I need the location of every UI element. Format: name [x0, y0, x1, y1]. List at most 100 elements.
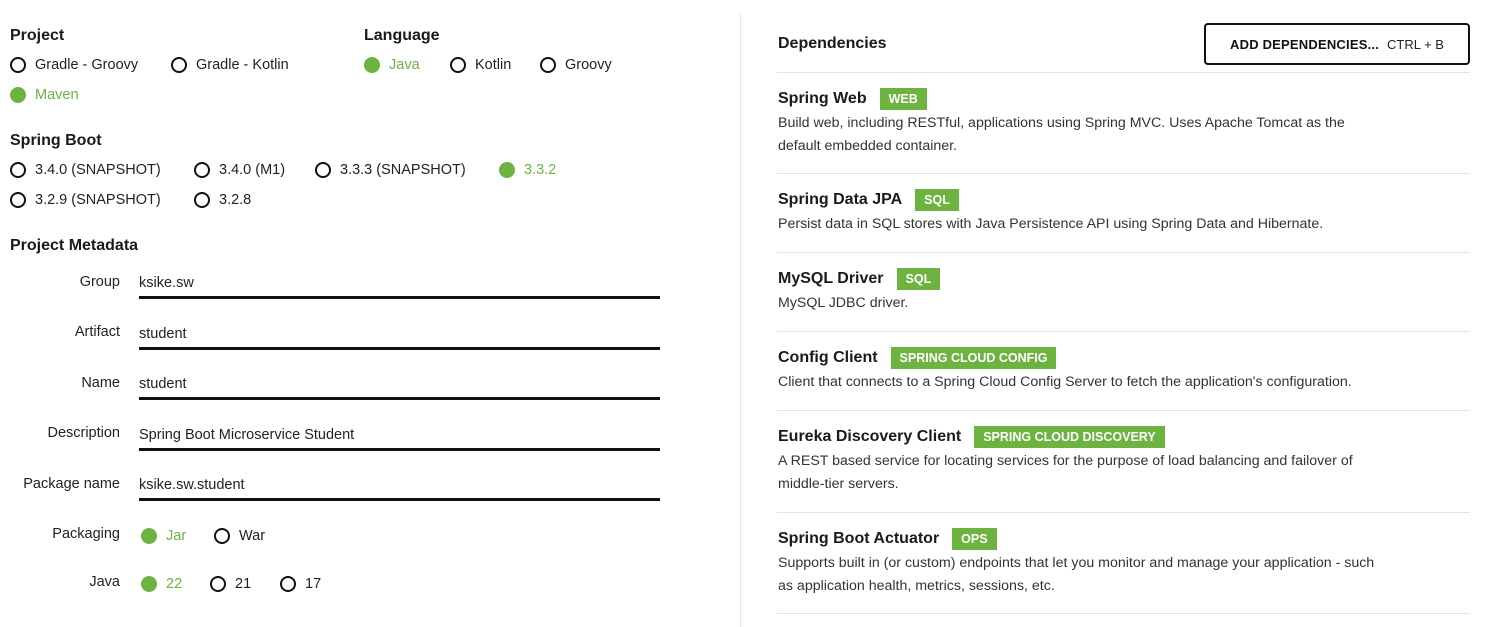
radio-gradle-groovy[interactable]: Gradle - Groovy	[10, 56, 138, 74]
project-metadata-title: Project Metadata	[10, 237, 139, 254]
description-label: Description	[47, 425, 120, 441]
dependency-name: Spring Web	[778, 90, 867, 107]
dependency-tag: SQL	[896, 268, 941, 290]
divider	[777, 252, 1470, 253]
description-line: MySQL JDBC driver.	[778, 295, 909, 311]
add-dependencies-label: ADD DEPENDENCIES...	[1230, 36, 1380, 52]
radio-war[interactable]: War	[214, 527, 265, 545]
radio-circle-icon	[10, 57, 26, 73]
divider	[777, 512, 1470, 513]
radio-label: 3.4.0 (SNAPSHOT)	[35, 162, 161, 178]
dependency-description: Supports built in (or custom) endpoints …	[778, 552, 1418, 597]
radio-circle-icon	[10, 162, 26, 178]
dependency-config-client[interactable]: Config Client SPRING CLOUD CONFIG Client…	[778, 346, 1468, 394]
radio-label: Kotlin	[475, 57, 512, 73]
radio-groovy[interactable]: Groovy	[540, 56, 612, 74]
radio-label: Jar	[166, 528, 187, 544]
dependency-mysql-driver[interactable]: MySQL Driver SQL MySQL JDBC driver.	[778, 267, 1468, 315]
radio-label: Gradle - Kotlin	[196, 57, 289, 73]
divider	[777, 331, 1470, 332]
dependency-eureka-discovery-client[interactable]: Eureka Discovery Client SPRING CLOUD DIS…	[778, 425, 1468, 495]
package-name-label: Package name	[23, 476, 120, 492]
radio-circle-icon	[450, 57, 466, 73]
radio-circle-icon	[214, 528, 230, 544]
radio-circle-icon	[194, 192, 210, 208]
dependency-spring-data-jpa[interactable]: Spring Data JPA SQL Persist data in SQL …	[778, 188, 1468, 236]
dependency-tag: SPRING CLOUD CONFIG	[890, 347, 1057, 369]
column-divider	[740, 14, 741, 627]
dependency-tag: SPRING CLOUD DISCOVERY	[974, 426, 1165, 448]
radio-java-22[interactable]: 22	[141, 575, 182, 593]
radio-maven[interactable]: Maven	[10, 86, 79, 104]
radio-kotlin[interactable]: Kotlin	[450, 56, 511, 74]
description-line: as application health, metrics, sessions…	[778, 577, 1055, 594]
radio-circle-icon	[210, 576, 226, 592]
radio-jar[interactable]: Jar	[141, 527, 186, 545]
dependency-tag: OPS	[952, 528, 997, 550]
dependency-name: Config Client	[778, 349, 878, 366]
dependency-description: Build web, including RESTful, applicatio…	[778, 112, 1418, 157]
radio-label: 3.3.2	[524, 162, 557, 178]
radio-java-17[interactable]: 17	[280, 575, 321, 593]
project-title: Project	[10, 27, 65, 44]
description-line: Build web, including RESTful, applicatio…	[778, 115, 1345, 131]
group-input[interactable]	[139, 269, 660, 299]
radio-boot-340-snapshot[interactable]: 3.4.0 (SNAPSHOT)	[10, 161, 161, 179]
radio-java[interactable]: Java	[364, 56, 420, 74]
radio-label: 21	[235, 576, 252, 592]
radio-boot-332[interactable]: 3.3.2	[499, 161, 556, 179]
radio-label: 3.2.8	[219, 192, 252, 208]
radio-boot-333-snapshot[interactable]: 3.3.3 (SNAPSHOT)	[315, 161, 466, 179]
dependency-name: Eureka Discovery Client	[778, 428, 962, 445]
dependency-tag: SQL	[915, 189, 959, 211]
radio-label: Groovy	[565, 57, 612, 73]
description-input[interactable]	[139, 421, 660, 451]
add-dependencies-button[interactable]: ADD DEPENDENCIES... CTRL + B	[1204, 23, 1470, 65]
description-line: A REST based service for locating servic…	[778, 453, 1353, 469]
radio-boot-329-snapshot[interactable]: 3.2.9 (SNAPSHOT)	[10, 191, 161, 209]
radio-boot-340-m1[interactable]: 3.4.0 (M1)	[194, 161, 285, 179]
dependency-description: A REST based service for locating servic…	[778, 450, 1418, 495]
description-line: Persist data in SQL stores with Java Per…	[778, 216, 1324, 232]
radio-label: War	[239, 528, 266, 544]
radio-label: Java	[389, 57, 420, 73]
description-line: Client that connects to a Spring Cloud C…	[778, 374, 1352, 390]
dependency-description: Client that connects to a Spring Cloud C…	[778, 371, 1418, 394]
radio-label: 22	[166, 576, 183, 592]
packaging-label: Packaging	[52, 526, 120, 542]
dependency-spring-web[interactable]: Spring Web WEB Build web, including REST…	[778, 87, 1468, 157]
divider	[777, 72, 1470, 73]
dependency-name: MySQL Driver	[778, 270, 884, 287]
radio-label: Gradle - Groovy	[35, 57, 139, 73]
radio-selected-icon	[10, 87, 26, 103]
description-line: middle-tier servers.	[778, 475, 899, 492]
package-name-input[interactable]	[139, 471, 660, 501]
group-label: Group	[79, 274, 120, 290]
radio-boot-328[interactable]: 3.2.8	[194, 191, 251, 209]
artifact-input[interactable]	[139, 320, 660, 350]
radio-label: 3.4.0 (M1)	[219, 162, 286, 178]
divider	[777, 410, 1470, 411]
java-label: Java	[89, 574, 120, 590]
radio-selected-icon	[141, 576, 157, 592]
radio-java-21[interactable]: 21	[210, 575, 251, 593]
dependency-description: Persist data in SQL stores with Java Per…	[778, 213, 1418, 236]
dependency-description: MySQL JDBC driver.	[778, 292, 1418, 315]
radio-selected-icon	[499, 162, 515, 178]
name-input[interactable]	[139, 370, 660, 400]
dependency-spring-boot-actuator[interactable]: Spring Boot Actuator OPS Supports built …	[778, 527, 1468, 597]
radio-label: 3.2.9 (SNAPSHOT)	[35, 192, 161, 208]
radio-label: 17	[305, 576, 322, 592]
radio-selected-icon	[364, 57, 380, 73]
language-title: Language	[364, 27, 440, 44]
radio-circle-icon	[194, 162, 210, 178]
radio-label: 3.3.3 (SNAPSHOT)	[340, 162, 466, 178]
dependency-name: Spring Data JPA	[778, 191, 903, 208]
divider	[777, 613, 1470, 614]
radio-circle-icon	[171, 57, 187, 73]
divider	[777, 173, 1470, 174]
radio-gradle-kotlin[interactable]: Gradle - Kotlin	[171, 56, 289, 74]
dependency-name: Spring Boot Actuator	[778, 530, 940, 547]
artifact-label: Artifact	[74, 324, 120, 340]
radio-label: Maven	[35, 87, 79, 103]
